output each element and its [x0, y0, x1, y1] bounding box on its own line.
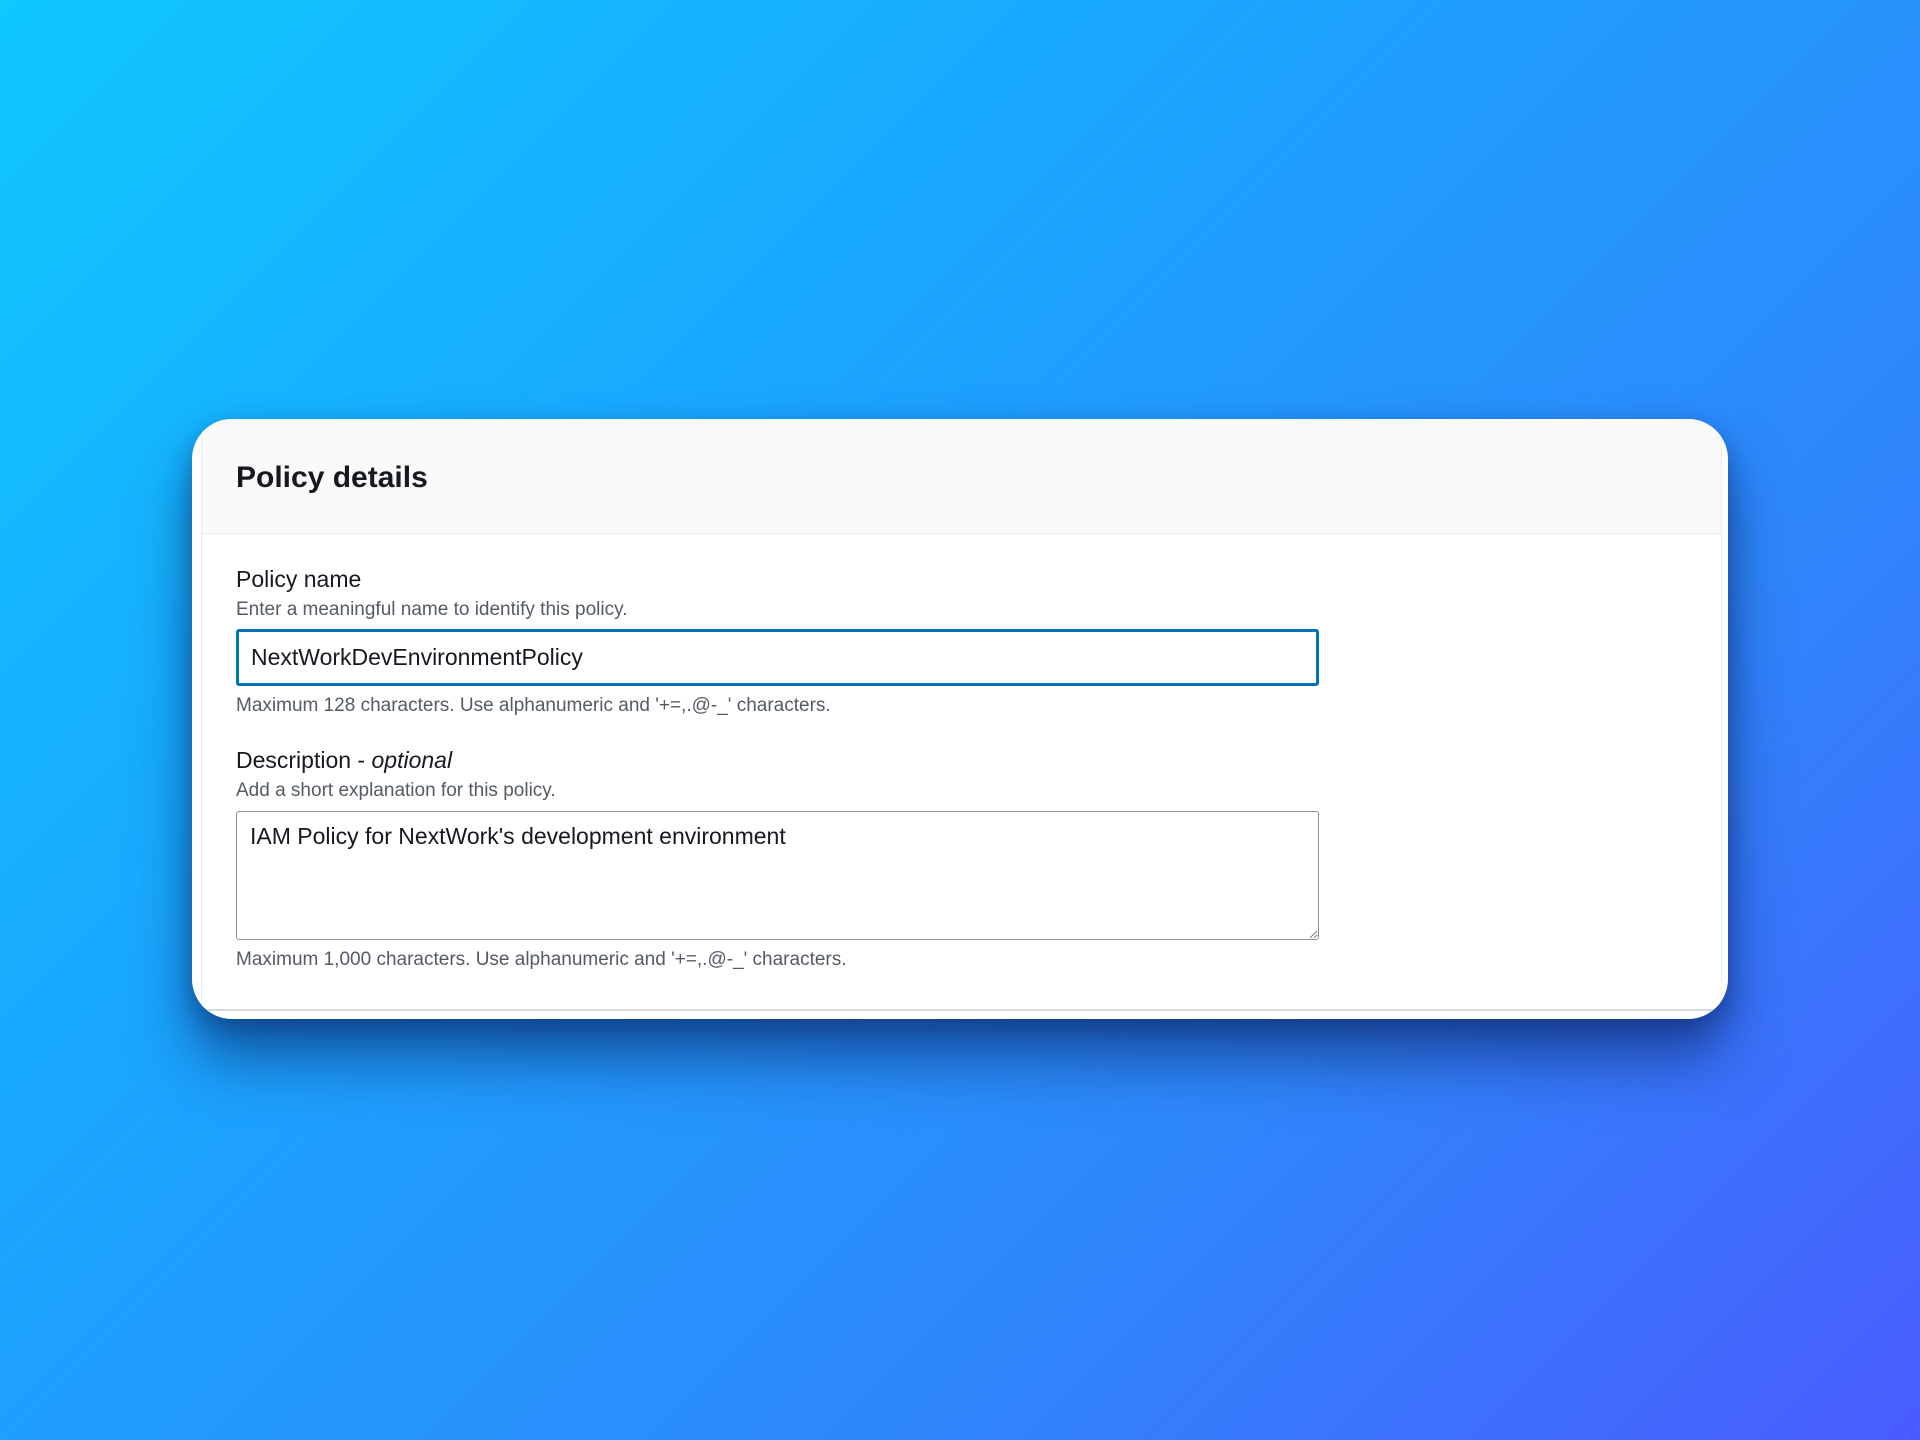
policy-name-input[interactable] — [236, 629, 1319, 686]
policy-name-constraint: Maximum 128 characters. Use alphanumeric… — [236, 695, 831, 716]
description-constraint: Maximum 1,000 characters. Use alphanumer… — [236, 949, 847, 970]
description-label-text: Description - — [236, 747, 372, 773]
description-optional-label: optional — [371, 747, 453, 773]
panel-header: Policy details — [202, 419, 1721, 534]
panel-title: Policy details — [236, 461, 428, 494]
policy-details-card: Policy details Policy name Enter a meani… — [192, 419, 1728, 1019]
policy-name-label: Policy name — [236, 566, 362, 592]
panel-body: Policy name Enter a meaningful name to i… — [202, 564, 1721, 973]
policy-name-description: Enter a meaningful name to identify this… — [236, 599, 628, 620]
policy-details-panel: Policy details Policy name Enter a meani… — [201, 419, 1722, 1011]
description-label: Description - optional — [236, 745, 1687, 775]
description-textarea[interactable]: IAM Policy for NextWork's development en… — [236, 811, 1319, 940]
description-field-description: Add a short explanation for this policy. — [236, 780, 556, 801]
